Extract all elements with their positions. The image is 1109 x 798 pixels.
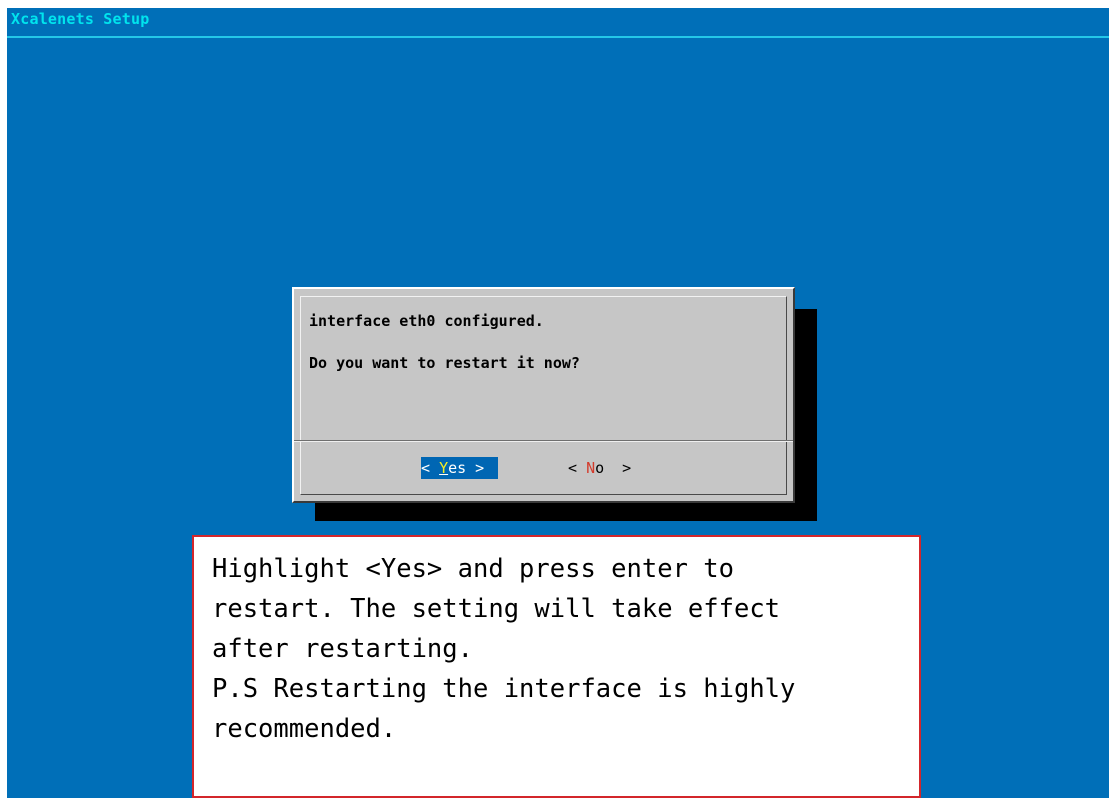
no-button-hotkey: N <box>586 459 596 477</box>
app-title: Xcalenets Setup <box>11 10 150 28</box>
button-row-divider <box>294 440 793 442</box>
no-button-label-rest: o <box>595 459 605 477</box>
no-button[interactable]: < No > <box>568 457 658 479</box>
yes-button[interactable]: < Yes > <box>421 457 498 479</box>
yes-button-hotkey: Y <box>439 459 449 477</box>
no-button-close-bracket: > <box>604 459 632 477</box>
title-bar: Xcalenets Setup <box>7 8 1109 39</box>
restart-dialog: interface eth0 configured. Do you want t… <box>292 287 795 503</box>
annotation-callout: Highlight <Yes> and press enter to resta… <box>192 535 921 798</box>
title-divider <box>7 36 1109 38</box>
yes-button-label-rest: es <box>448 459 467 477</box>
dialog-message-configured: interface eth0 configured. <box>309 312 544 330</box>
annotation-text: Highlight <Yes> and press enter to resta… <box>212 554 796 744</box>
yes-button-close-bracket: > <box>466 459 485 477</box>
yes-button-open-bracket: < <box>421 459 440 477</box>
no-button-open-bracket: < <box>568 459 587 477</box>
dialog-message-restart-question: Do you want to restart it now? <box>309 354 580 372</box>
